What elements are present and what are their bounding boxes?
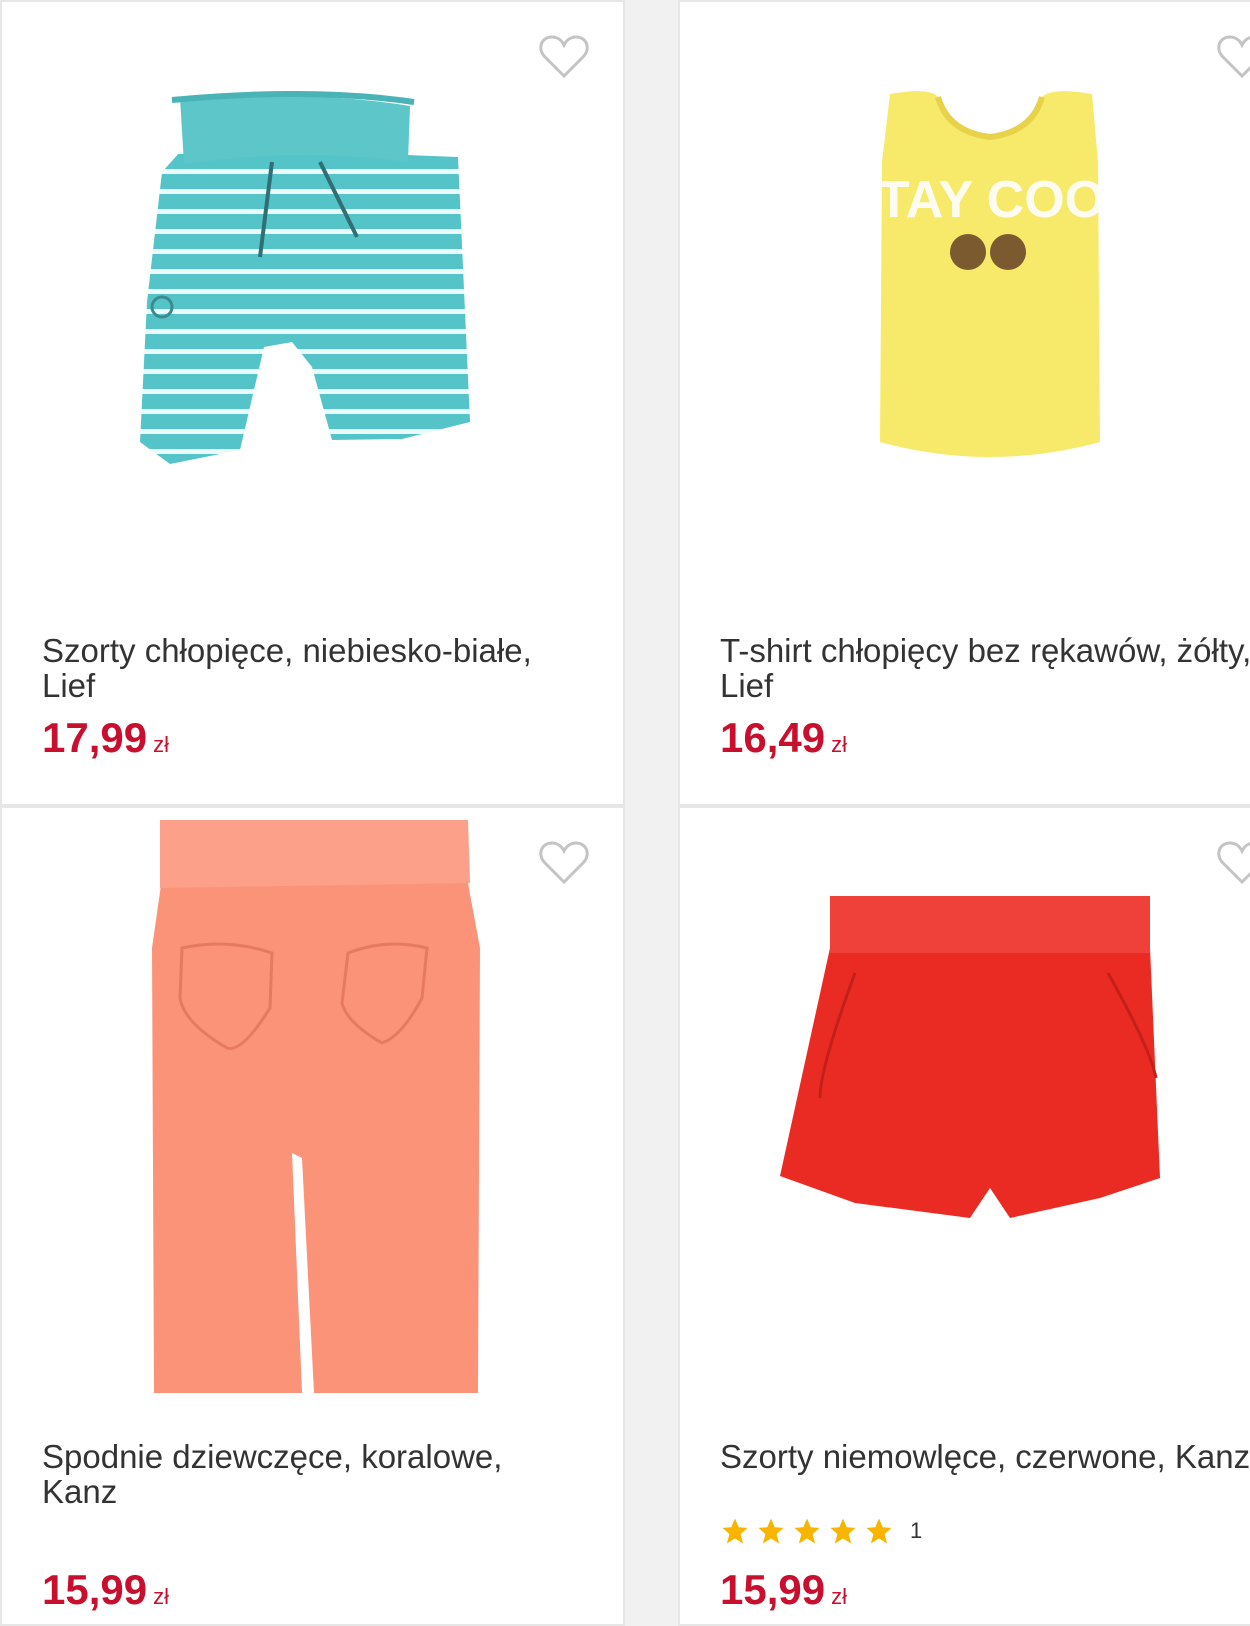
product-card[interactable]: Szorty niemowlęce, czerwone, Kanz 1 15,9… (678, 806, 1250, 1626)
price-currency: zł (831, 1584, 847, 1609)
star-icon (794, 1518, 820, 1544)
product-card[interactable]: Spodnie dziewczęce, koralowe, Kanz 15,99… (0, 806, 625, 1626)
star-icon (830, 1518, 856, 1544)
product-card[interactable]: STAY COOL T-shirt chłopięcy bez rękawów,… (678, 0, 1250, 806)
product-card[interactable]: Szorty chłopięce, niebiesko-białe, Lief … (0, 0, 625, 806)
price-amount: 15,99 (42, 1566, 148, 1613)
favorite-heart-icon[interactable] (1216, 34, 1250, 80)
product-price: 15,99 zł (42, 1566, 169, 1614)
rating-count: 1 (910, 1518, 923, 1543)
price-currency: zł (153, 732, 169, 757)
favorite-heart-icon[interactable] (538, 34, 590, 80)
price-currency: zł (831, 732, 847, 757)
product-image[interactable] (2, 808, 625, 1398)
price-currency: zł (153, 1584, 169, 1609)
price-amount: 16,49 (720, 714, 826, 761)
product-price: 17,99 zł (42, 714, 169, 762)
product-title[interactable]: Szorty chłopięce, niebiesko-białe, Lief (42, 633, 582, 703)
star-icon (758, 1518, 784, 1544)
price-amount: 15,99 (720, 1566, 826, 1613)
product-price: 15,99 zł (720, 1566, 847, 1614)
product-price: 16,49 zł (720, 714, 847, 762)
price-amount: 17,99 (42, 714, 148, 761)
favorite-heart-icon[interactable] (1216, 840, 1250, 886)
product-image[interactable]: STAY COOL (680, 2, 1250, 522)
product-image[interactable] (2, 2, 625, 522)
product-title[interactable]: Szorty niemowlęce, czerwone, Kanz (720, 1439, 1250, 1474)
product-title[interactable]: T-shirt chłopięcy bez rękawów, żółty, Li… (720, 633, 1250, 703)
product-title[interactable]: Spodnie dziewczęce, koralowe, Kanz (42, 1439, 582, 1509)
product-image[interactable] (680, 808, 1250, 1328)
favorite-heart-icon[interactable] (538, 840, 590, 886)
print-text: STAY COOL (843, 171, 1137, 229)
star-icon (722, 1518, 748, 1544)
star-icon (866, 1518, 892, 1544)
rating: 1 (720, 1516, 922, 1546)
